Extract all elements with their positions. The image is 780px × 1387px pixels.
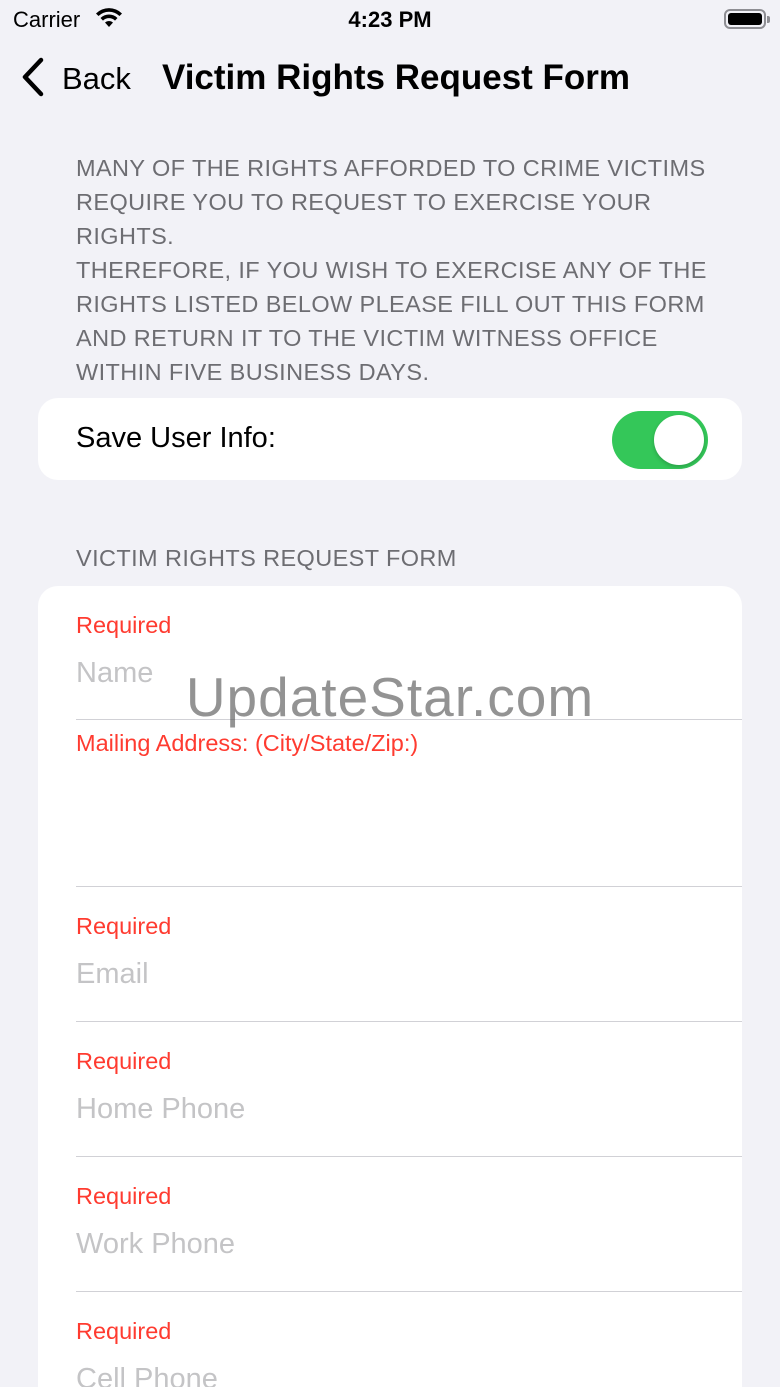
divider xyxy=(76,886,742,887)
work-phone-field: Required xyxy=(76,1183,742,1261)
name-field: Required xyxy=(76,612,742,690)
toggle-knob xyxy=(654,415,704,465)
navigation-bar: Back Victim Rights Request Form xyxy=(0,40,780,120)
request-form: Required Mailing Address: (City/State/Zi… xyxy=(38,586,742,1387)
back-label: Back xyxy=(62,61,131,96)
cell-phone-field: Required xyxy=(76,1318,742,1387)
required-label: Required xyxy=(76,913,172,939)
email-field: Required xyxy=(76,913,742,991)
cell-phone-input[interactable] xyxy=(76,1363,696,1387)
required-label: Required xyxy=(76,1183,172,1209)
page-title: Victim Rights Request Form xyxy=(162,58,631,97)
battery-icon xyxy=(724,9,770,29)
intro-text: MANY OF THE RIGHTS AFFORDED TO CRIME VIC… xyxy=(76,151,736,389)
chevron-left-icon xyxy=(20,57,46,102)
divider xyxy=(76,1156,742,1157)
work-phone-input[interactable] xyxy=(76,1228,696,1261)
clock: 4:23 PM xyxy=(348,7,432,32)
mailing-address-field: Mailing Address: (City/State/Zip:) xyxy=(76,730,742,885)
divider xyxy=(76,719,742,720)
home-phone-field: Required xyxy=(76,1048,742,1126)
mailing-address-label: Mailing Address: (City/State/Zip:) xyxy=(76,730,419,756)
back-button[interactable]: Back xyxy=(20,56,131,102)
required-label: Required xyxy=(76,1048,172,1074)
divider xyxy=(76,1291,742,1292)
required-label: Required xyxy=(76,612,172,638)
intro-paragraph-1: MANY OF THE RIGHTS AFFORDED TO CRIME VIC… xyxy=(76,155,706,249)
save-user-info-toggle[interactable] xyxy=(612,411,708,469)
save-user-info-row: Save User Info: xyxy=(38,398,742,480)
mailing-address-input[interactable] xyxy=(76,765,696,885)
required-label: Required xyxy=(76,1318,172,1344)
save-user-info-label: Save User Info: xyxy=(76,422,276,454)
divider xyxy=(76,1021,742,1022)
intro-paragraph-2: THEREFORE, IF YOU WISH TO EXERCISE ANY O… xyxy=(76,257,707,385)
name-input[interactable] xyxy=(76,657,696,690)
home-phone-input[interactable] xyxy=(76,1093,696,1126)
section-header: VICTIM RIGHTS REQUEST FORM xyxy=(76,545,457,571)
status-bar: Carrier 4:23 PM xyxy=(0,0,780,40)
email-input[interactable] xyxy=(76,958,696,991)
